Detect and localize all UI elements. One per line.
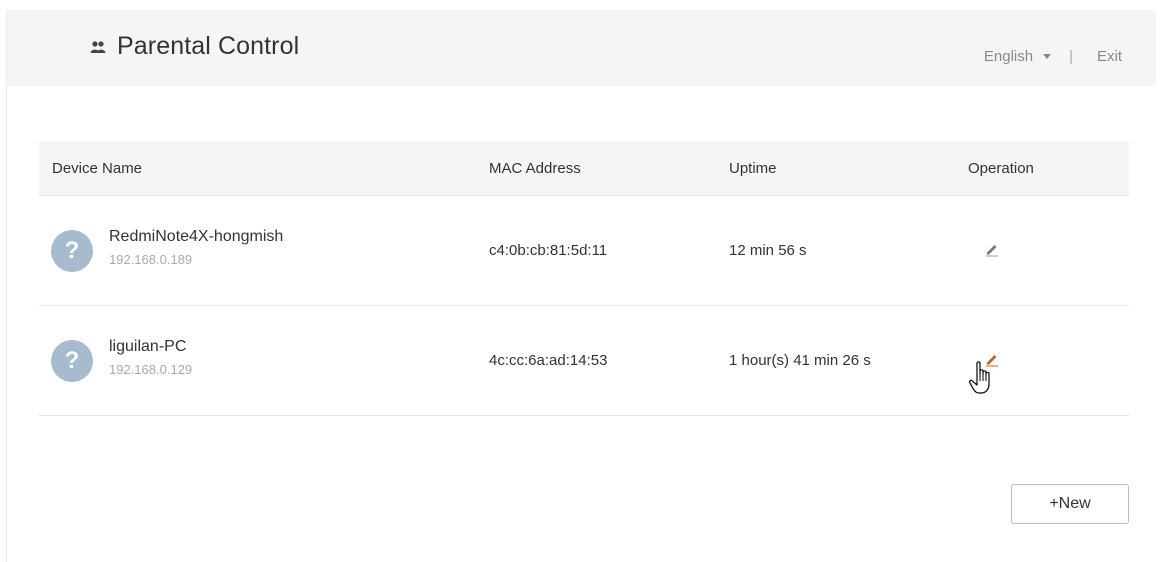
device-ip: 192.168.0.189 [109, 252, 193, 267]
device-cell: ? RedmiNote4X-hongmish 192.168.0.189 [39, 228, 489, 272]
device-name: RedmiNote4X-hongmish [109, 228, 284, 245]
device-info: RedmiNote4X-hongmish 192.168.0.189 [109, 228, 283, 267]
table-header: Device Name MAC Address Uptime Operation [39, 141, 1129, 196]
device-name: liguilan-PC [109, 338, 187, 355]
language-label: English [983, 48, 1034, 65]
table-row: ? RedmiNote4X-hongmish 192.168.0.189 c4:… [39, 196, 1129, 306]
hand-pointer-cursor [969, 361, 990, 394]
column-header-device-name: Device Name [52, 159, 143, 177]
mac-address: c4:0b:cb:81:5d:11 [489, 242, 608, 259]
uptime: 12 min 56 s [729, 242, 807, 259]
uptime: 1 hour(s) 41 min 26 s [729, 352, 871, 369]
device-cell: ? liguilan-PC 192.168.0.129 [39, 338, 489, 382]
family-icon [90, 40, 106, 53]
operation-cell [968, 241, 1129, 261]
brand: Parental Control [89, 32, 299, 61]
column-header-mac-address: MAC Address [489, 159, 581, 177]
new-button[interactable]: +New [1011, 484, 1129, 524]
exit-link[interactable]: Exit [1097, 48, 1122, 65]
mac-address: 4c:cc:6a:ad:14:53 [489, 352, 608, 369]
frame-edge [6, 10, 7, 562]
edit-pencil-icon[interactable] [984, 241, 1000, 257]
table-row: ? liguilan-PC 192.168.0.129 4c:cc:6a:ad:… [39, 306, 1129, 416]
device-avatar-icon: ? [51, 339, 93, 382]
device-table: Device Name MAC Address Uptime Operation… [39, 141, 1129, 416]
device-avatar-icon: ? [51, 229, 93, 272]
column-header-operation: Operation [968, 159, 1034, 177]
language-selector[interactable]: English [983, 48, 1052, 65]
chevron-down-icon [1043, 54, 1052, 59]
header: Parental Control English | Exit [7, 10, 1156, 86]
column-header-uptime: Uptime [729, 159, 777, 177]
header-actions: English | Exit [984, 48, 1122, 65]
header-separator: | [1069, 48, 1073, 65]
device-ip: 192.168.0.129 [109, 362, 193, 377]
page-title: Parental Control [117, 32, 300, 60]
device-info: liguilan-PC 192.168.0.129 [109, 338, 192, 377]
